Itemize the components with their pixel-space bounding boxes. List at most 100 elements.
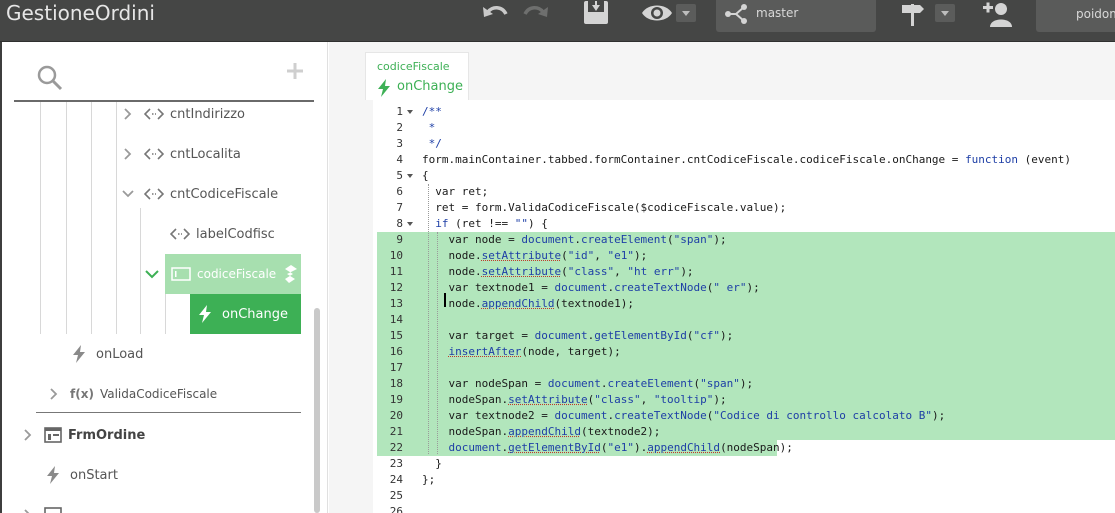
code-line: { <box>422 168 429 184</box>
tree-item-ValidaCodiceFiscale[interactable]: f(x) ValidaCodiceFiscale <box>46 374 296 414</box>
code-line: var nodeSpan = document.createElement("s… <box>422 376 753 392</box>
tree-item-onStart[interactable]: onStart <box>46 455 246 495</box>
line-number: 26 <box>373 504 403 513</box>
left-panel: cntIndirizzo cntLocalita cntCodiceFiscal… <box>0 42 328 513</box>
signpost-icon[interactable] <box>900 1 926 27</box>
line-number: 20 <box>373 408 403 424</box>
label-tag-icon <box>170 228 190 240</box>
tree-item-labelCodfisc[interactable]: labelCodfisc <box>170 214 300 254</box>
fold-toggle-icon[interactable] <box>407 216 415 232</box>
tree-guide-line <box>66 102 67 334</box>
branch-selector[interactable]: master <box>716 0 876 32</box>
code-line: node.setAttribute("class", "ht err"); <box>422 264 694 280</box>
line-number: 3 <box>373 136 403 152</box>
code-line: form.mainContainer.tabbed.formContainer.… <box>422 152 1071 168</box>
code-line: var textnode1 = document.createTextNode(… <box>422 280 760 296</box>
tree-item-label: cntCodiceFiscale <box>170 187 278 202</box>
line-number: 4 <box>373 152 403 168</box>
line-number: 19 <box>373 392 403 408</box>
line-number: 16 <box>373 344 403 360</box>
code-line: * <box>422 120 435 136</box>
tree-item-label: labelCodfisc <box>196 227 275 242</box>
line-number: 6 <box>373 184 403 200</box>
code-line: var target = document.getElementById("cf… <box>422 328 733 344</box>
tree-item-label: codiceFiscale <box>197 267 276 281</box>
line-number: 2 <box>373 120 403 136</box>
line-number: 9 <box>373 232 403 248</box>
tab-name: onChange <box>397 79 463 94</box>
redo-icon[interactable] <box>520 3 550 25</box>
line-number: 22 <box>373 440 403 456</box>
line-number: 10 <box>373 248 403 264</box>
chevron-right-icon[interactable] <box>20 429 36 441</box>
line-number: 23 <box>373 456 403 472</box>
tree-item-label: cntIndirizzo <box>170 107 245 122</box>
line-number: 25 <box>373 488 403 504</box>
line-number: 24 <box>373 472 403 488</box>
tree-item-codiceFiscale[interactable]: codiceFiscale <box>165 254 301 294</box>
line-number: 14 <box>373 312 403 328</box>
add-icon[interactable] <box>286 62 304 85</box>
tree-scrollbar[interactable] <box>314 308 320 513</box>
fold-toggle-icon[interactable] <box>407 168 415 184</box>
tree-item-label: FrmOrdine <box>68 428 145 443</box>
tree-item-FrmOrdine[interactable]: FrmOrdine <box>20 415 280 455</box>
project-tree: cntIndirizzo cntLocalita cntCodiceFiscal… <box>0 102 314 513</box>
line-number: 17 <box>373 360 403 376</box>
code-line: */ <box>422 136 442 152</box>
code-area[interactable]: 1 2 3 4 5 6 7 8 9 10 11 12 13 14 15 16 17 18 19 20 21 22 23 24 2… <box>373 100 1115 513</box>
chevron-right-icon[interactable] <box>120 148 136 160</box>
line-number: 18 <box>373 376 403 392</box>
tree-item-partial[interactable] <box>20 495 120 513</box>
text-cursor <box>444 293 446 307</box>
top-bar: GestioneOrdini master poidom <box>0 0 1115 42</box>
tree-item-label: onChange <box>222 307 288 322</box>
tree-item-cntCodiceFiscale[interactable]: cntCodiceFiscale <box>120 174 300 214</box>
save-download-icon[interactable] <box>582 0 610 26</box>
folder-icon <box>44 507 62 513</box>
undo-icon[interactable] <box>481 3 511 25</box>
line-number: 8 <box>373 216 403 232</box>
code-line: var textnode2 = document.createTextNode(… <box>422 408 945 424</box>
container-tag-icon <box>144 108 164 120</box>
code-line: if (ret !== "") { <box>422 216 548 232</box>
line-number: 12 <box>373 280 403 296</box>
tree-item-cntLocalita[interactable]: cntLocalita <box>120 134 300 174</box>
line-number: 15 <box>373 328 403 344</box>
preview-dropdown-icon[interactable] <box>676 4 696 22</box>
tree-item-onChange[interactable]: onChange <box>190 294 301 334</box>
user-menu[interactable]: poidom <box>1036 0 1115 32</box>
line-number: 13 <box>373 296 403 312</box>
tree-item-cntIndirizzo[interactable]: cntIndirizzo <box>120 102 300 134</box>
lightning-icon <box>72 344 86 364</box>
tree-guide-line <box>40 102 41 334</box>
chevron-right-icon[interactable] <box>46 388 62 400</box>
tree-search-bar <box>14 42 314 102</box>
events-icon[interactable] <box>284 264 298 284</box>
tree-divider <box>36 412 301 413</box>
code-line: insertAfter(node, target); <box>422 344 621 360</box>
fold-toggle-icon[interactable] <box>407 104 415 120</box>
code-editor-panel: codiceFiscale onChange 1 2 3 4 5 6 7 8 9 10 11 12 13… <box>329 42 1115 513</box>
code-line: /** <box>422 104 442 120</box>
search-icon[interactable] <box>36 64 64 97</box>
code-line: document.getElementById("e1").appendChil… <box>422 440 793 456</box>
preview-eye-icon[interactable] <box>640 2 674 24</box>
deploy-dropdown-icon[interactable] <box>935 4 955 22</box>
code-line: }; <box>422 472 435 488</box>
chevron-right-icon[interactable] <box>20 509 36 513</box>
line-number: 11 <box>373 264 403 280</box>
code-line: var ret; <box>422 184 488 200</box>
tree-item-label: cntLocalita <box>170 147 241 162</box>
tree-item-label: onStart <box>70 468 118 483</box>
code-line: nodeSpan.setAttribute("class", "tooltip"… <box>422 392 727 408</box>
chevron-down-icon[interactable] <box>120 190 136 198</box>
tree-item-onLoad[interactable]: onLoad <box>72 334 272 374</box>
chevron-down-icon[interactable] <box>144 270 160 279</box>
chevron-right-icon[interactable] <box>120 108 136 120</box>
add-user-icon[interactable] <box>982 0 1012 28</box>
editor-tab-onChange[interactable]: codiceFiscale onChange <box>365 52 469 100</box>
code-line: node.setAttribute("id", "e1"); <box>422 248 647 264</box>
git-branch-icon <box>724 3 750 25</box>
line-number: 5 <box>373 168 403 184</box>
